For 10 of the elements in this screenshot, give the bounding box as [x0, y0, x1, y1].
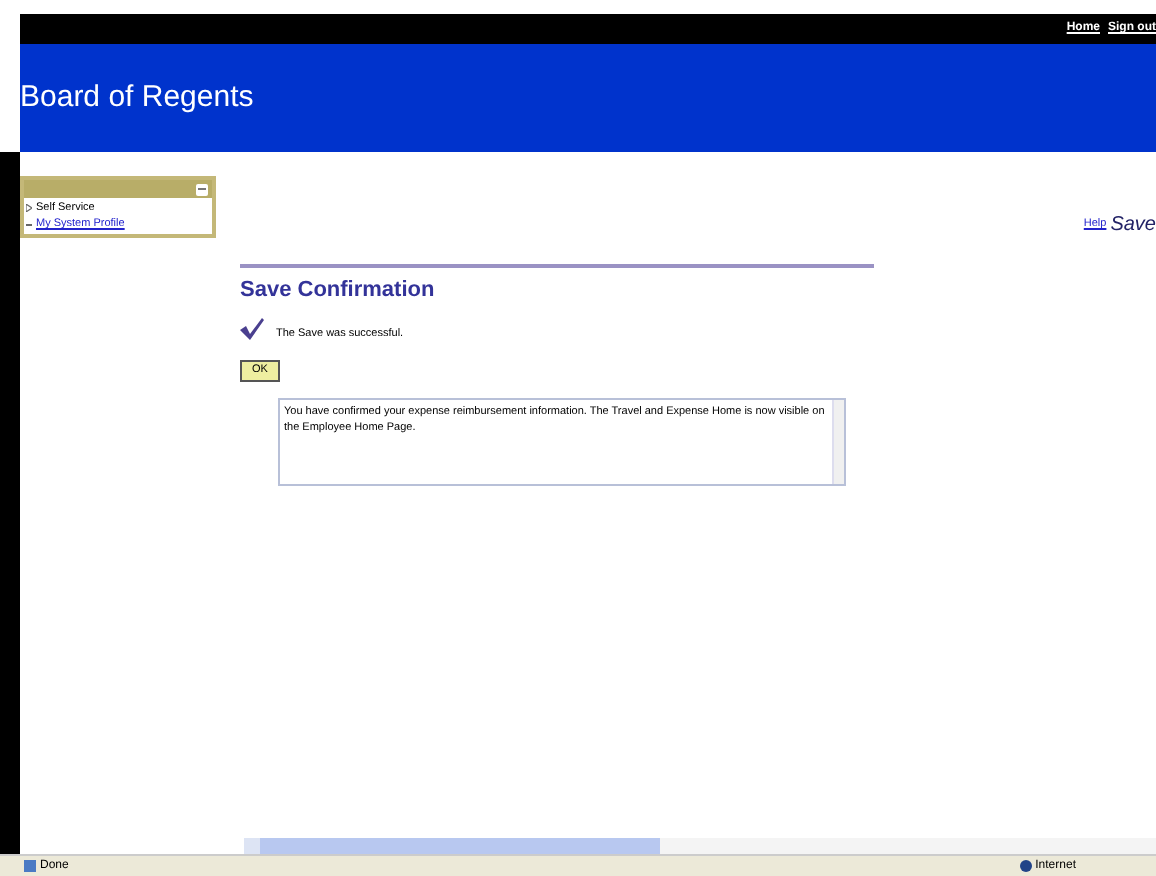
- page-title: Save: [1110, 211, 1156, 239]
- collapse-icon[interactable]: [196, 183, 208, 195]
- horizontal-scrollbar[interactable]: [244, 838, 1156, 854]
- scrollbar[interactable]: [832, 399, 844, 484]
- site-title: Board of Regents: [20, 77, 254, 118]
- globe-icon: [1019, 860, 1032, 872]
- checkmark-icon: [240, 318, 264, 341]
- section-title: Save Confirmation: [240, 276, 437, 306]
- expand-icon[interactable]: [26, 204, 32, 212]
- page-icon: [24, 860, 36, 872]
